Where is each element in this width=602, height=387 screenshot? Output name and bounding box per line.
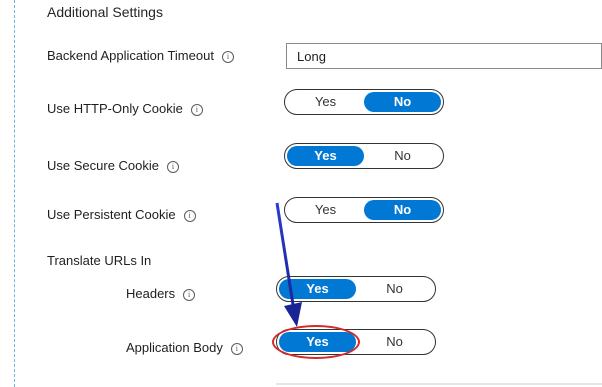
pointer-arrow-annotation [275,202,302,327]
bottom-divider [276,383,602,385]
